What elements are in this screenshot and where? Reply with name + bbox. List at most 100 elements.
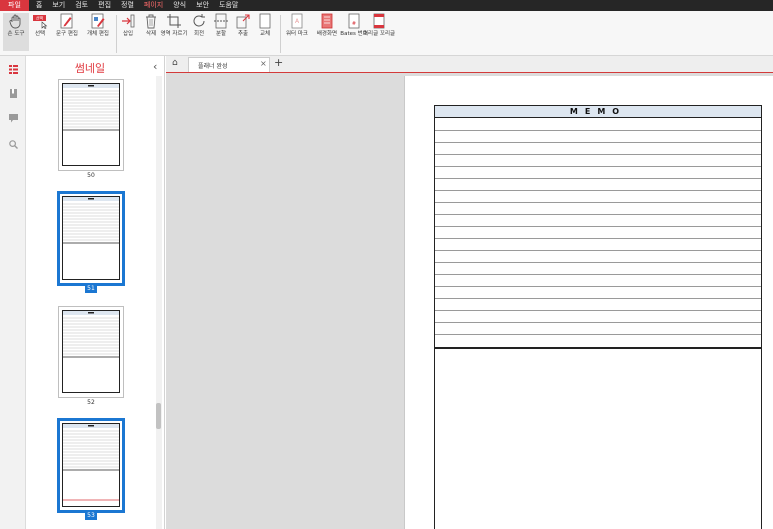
thumbnail-preview — [62, 423, 120, 507]
crop-icon — [167, 14, 181, 28]
menu-help[interactable]: 도움말 — [214, 0, 243, 11]
extract-label: 추출 — [237, 31, 249, 37]
hand-icon — [9, 14, 21, 29]
watermark-button[interactable]: A 워터 마크 — [284, 13, 310, 38]
thumbnail-scrollbar-thumb[interactable] — [156, 403, 161, 429]
document-tab[interactable]: 플래너 완성 × — [188, 57, 270, 72]
memo-divider — [435, 347, 761, 349]
svg-text:선택: 선택 — [36, 15, 44, 21]
insert-page-icon — [122, 14, 135, 28]
edit-text-button[interactable]: 문구 편집 — [53, 13, 81, 38]
menu-home[interactable]: 홈 — [31, 0, 47, 11]
thumbnail-panel: 썸네일 ‹ 50 51 52 53 — [27, 56, 165, 529]
hand-tool-button[interactable]: 손 도구 — [3, 13, 29, 51]
crop-button[interactable]: 영역 자르기 — [160, 13, 188, 38]
split-icon — [214, 13, 228, 29]
rotate-icon — [193, 14, 205, 27]
menu-edit[interactable]: 편집 — [93, 0, 116, 11]
thumbnail-panel-title: 썸네일 — [74, 62, 106, 75]
memo-box: MEMO — [434, 105, 762, 529]
edit-text-icon — [60, 13, 73, 29]
edit-object-button[interactable]: 개체 편집 — [84, 13, 112, 38]
memo-ruled-line — [435, 286, 761, 287]
tab-bar: ⌂ 플래너 완성 × + — [166, 56, 773, 73]
menu-arrange[interactable]: 정렬 — [116, 0, 139, 11]
menu-view[interactable]: 보기 — [47, 0, 70, 11]
comment-icon[interactable] — [9, 114, 18, 123]
svg-text:#: # — [352, 21, 356, 27]
insert-page-button[interactable]: 삽입 — [119, 13, 137, 38]
memo-ruled-line — [435, 130, 761, 131]
rotate-label: 회전 — [193, 31, 205, 37]
extract-button[interactable]: 추출 — [234, 13, 252, 38]
ribbon-toolbar: 손 도구 선택 선택 문구 편집 개체 편집 삽입 삭제 영역 자르기 회전 분… — [0, 11, 773, 56]
document-page: MEMO — [404, 76, 773, 529]
header-footer-label: 머리글 꼬리글 — [362, 31, 396, 37]
bates-number-icon: # — [348, 13, 360, 29]
menu-security[interactable]: 보안 — [191, 0, 214, 11]
thumbnail-preview — [62, 196, 120, 280]
menu-review[interactable]: 검토 — [70, 0, 93, 11]
replace-button[interactable]: 교체 — [256, 13, 274, 38]
extract-icon — [236, 14, 250, 29]
delete-page-label: 삭제 — [145, 31, 157, 37]
bates-number-button[interactable]: # Bates 번호 — [340, 13, 368, 38]
menu-file[interactable]: 파일 — [0, 0, 29, 11]
bookmark-icon[interactable] — [9, 89, 18, 98]
thumbnails-icon[interactable] — [9, 65, 18, 74]
close-tab-icon[interactable]: × — [260, 59, 267, 68]
collapse-panel-icon[interactable]: ‹ — [153, 60, 157, 73]
edit-object-icon — [91, 13, 105, 29]
memo-ruled-line — [435, 154, 761, 155]
memo-ruled-line — [435, 262, 761, 263]
memo-ruled-line — [435, 178, 761, 179]
edit-text-label: 문구 편집 — [56, 31, 78, 37]
thumbnail-preview — [62, 83, 120, 166]
split-label: 분할 — [215, 31, 227, 37]
home-tab-icon[interactable]: ⌂ — [172, 58, 178, 68]
memo-ruled-line — [435, 298, 761, 299]
thumbnail-scrollbar[interactable] — [156, 76, 162, 529]
rotate-button[interactable]: 회전 — [190, 13, 208, 38]
watermark-icon: A — [291, 13, 303, 29]
delete-page-button[interactable]: 삭제 — [142, 13, 160, 38]
memo-ruled-line — [435, 190, 761, 191]
memo-ruled-line — [435, 322, 761, 323]
add-tab-icon[interactable]: + — [274, 56, 283, 69]
mini-memo-graphic — [63, 197, 119, 244]
header-footer-button[interactable]: 머리글 꼬리글 — [363, 13, 395, 38]
background-label: 배경화면 — [316, 31, 338, 37]
replace-icon — [259, 13, 271, 29]
mini-memo-graphic — [63, 84, 119, 131]
memo-ruled-line — [435, 202, 761, 203]
menu-form[interactable]: 양식 — [168, 0, 191, 11]
split-button[interactable]: 분할 — [212, 13, 230, 38]
edit-object-label: 개체 편집 — [87, 31, 109, 37]
mini-memo-graphic — [63, 311, 119, 358]
ribbon-separator — [116, 15, 117, 53]
menu-bar: 파일 홈 보기 검토 편집 정렬 페이지 양식 보안 도움말 — [0, 0, 773, 11]
watermark-label: 워터 마크 — [286, 31, 308, 37]
select-button[interactable]: 선택 선택 — [31, 13, 49, 38]
thumbnail-page[interactable] — [58, 79, 124, 171]
select-icon: 선택 — [33, 15, 48, 29]
document-area: ⌂ 플래너 완성 × + MEMO — [166, 56, 773, 529]
memo-ruled-line — [435, 214, 761, 215]
app-window: 파일 홈 보기 검토 편집 정렬 페이지 양식 보안 도움말 손 도구 선택 선… — [0, 0, 773, 529]
mini-memo-graphic — [63, 424, 119, 501]
memo-ruled-line — [435, 226, 761, 227]
background-icon — [321, 13, 333, 29]
side-rail — [0, 56, 26, 529]
thumbnail-page-number: 53 — [85, 512, 97, 520]
thumbnail-page-selected[interactable] — [57, 418, 125, 513]
replace-label: 교체 — [259, 31, 271, 37]
menu-page[interactable]: 페이지 — [139, 0, 168, 11]
thumbnail-page-selected[interactable] — [57, 191, 125, 286]
background-button[interactable]: 배경화면 — [313, 13, 341, 38]
thumbnail-page[interactable] — [58, 306, 124, 398]
thumbnail-page-number: 50 — [87, 172, 95, 179]
search-icon[interactable] — [9, 140, 18, 149]
header-footer-icon — [373, 13, 385, 29]
hand-tool-label: 손 도구 — [7, 31, 25, 37]
memo-ruled-line — [435, 238, 761, 239]
